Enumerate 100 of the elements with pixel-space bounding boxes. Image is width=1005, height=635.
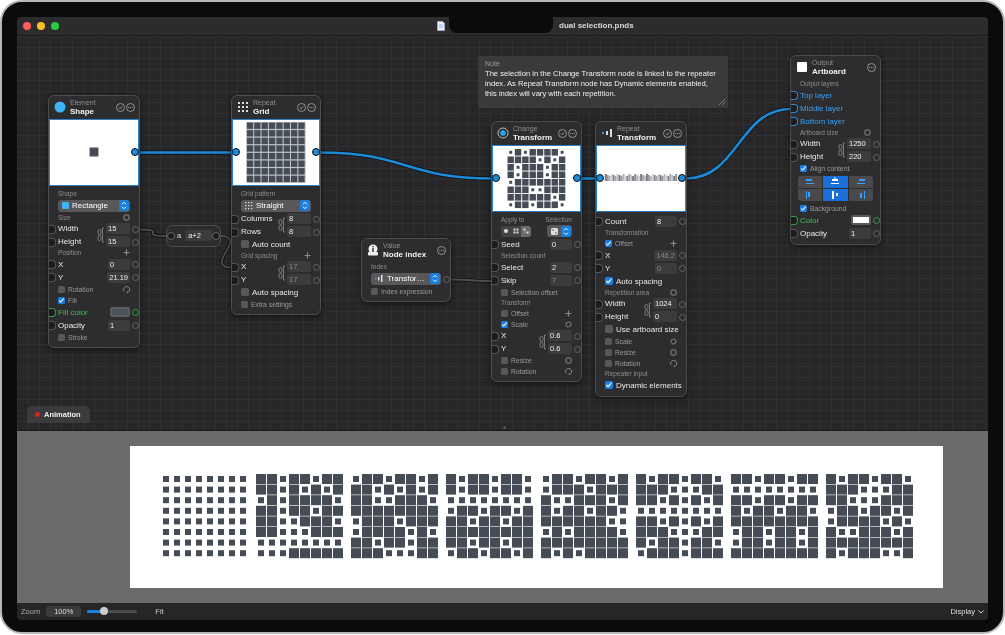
input-port[interactable] — [232, 148, 240, 157]
checkbox[interactable] — [605, 348, 612, 356]
stepper-icon[interactable] — [119, 200, 129, 212]
selection-dropdown[interactable] — [547, 225, 572, 238]
checkbox[interactable] — [605, 381, 613, 390]
more-button-icon[interactable] — [307, 102, 316, 112]
dropdown[interactable]: Straight — [241, 199, 311, 212]
port-label: Middle layer — [800, 103, 844, 113]
input-port[interactable] — [167, 231, 175, 240]
circle-icon — [54, 101, 66, 114]
checkbox[interactable] — [58, 285, 65, 293]
link-icon[interactable] — [838, 140, 846, 161]
stepper-icon[interactable] — [430, 273, 440, 285]
output-port[interactable] — [573, 174, 581, 183]
dots-icon — [522, 227, 530, 236]
checkbox[interactable] — [241, 300, 248, 308]
minimize-button[interactable] — [37, 22, 45, 30]
checkbox[interactable] — [241, 288, 249, 297]
node-title: Node index — [383, 249, 427, 259]
segment-button[interactable] — [521, 225, 531, 237]
output-port[interactable] — [678, 174, 686, 183]
checkbox[interactable] — [605, 239, 612, 247]
output-port[interactable] — [312, 148, 320, 157]
segment-button[interactable] — [501, 225, 511, 237]
link-icon[interactable] — [278, 215, 286, 236]
align-center-icon — [830, 177, 841, 187]
dropdown-value: Straight — [256, 201, 285, 211]
gear-icon — [670, 337, 677, 345]
checkmark-button-icon[interactable] — [297, 102, 306, 112]
output-port[interactable] — [131, 148, 139, 157]
input-port[interactable] — [492, 240, 499, 250]
checkbox-label: Use artboard size — [616, 324, 679, 334]
checkmark-button-icon[interactable] — [558, 128, 567, 138]
resize-grip-icon[interactable] — [718, 97, 725, 105]
more-button-icon[interactable] — [126, 102, 135, 112]
record-dot-icon — [35, 412, 40, 418]
resize-handle-icon[interactable] — [502, 426, 506, 430]
more-button-icon[interactable] — [867, 62, 876, 72]
checkbox[interactable] — [501, 356, 508, 364]
zoom-button[interactable] — [51, 22, 59, 30]
color-swatch[interactable] — [851, 215, 871, 226]
dropdown[interactable]: Transfor… — [371, 272, 441, 285]
checkbox[interactable] — [58, 296, 65, 304]
input-port[interactable] — [596, 217, 603, 227]
checkbox[interactable] — [800, 204, 807, 212]
rotate-icon — [123, 285, 130, 293]
checkbox[interactable] — [800, 164, 807, 172]
field-label: Width — [800, 139, 821, 149]
window-title: dual selection.pnds — [559, 21, 634, 31]
checkbox[interactable] — [501, 288, 508, 296]
stepper-icon[interactable] — [300, 200, 310, 212]
input-port[interactable] — [492, 174, 500, 183]
segment-button[interactable] — [511, 225, 521, 237]
more-button-icon[interactable] — [673, 128, 682, 138]
dot-icon — [502, 227, 510, 236]
field-label: Opacity — [800, 228, 828, 238]
dropdown[interactable]: Rectangle — [58, 199, 130, 212]
link-icon[interactable] — [278, 263, 286, 284]
checkbox[interactable] — [605, 359, 612, 367]
more-button-icon[interactable] — [437, 245, 446, 255]
link-icon[interactable] — [644, 300, 652, 321]
slider-thumb[interactable] — [99, 607, 108, 615]
checkbox[interactable] — [605, 277, 613, 286]
checkbox[interactable] — [58, 333, 65, 341]
checkmark-button-icon[interactable] — [116, 102, 125, 112]
dropdown-value: Rectangle — [72, 201, 110, 211]
gear-icon — [565, 320, 572, 328]
close-button[interactable] — [23, 22, 31, 30]
zoom-slider[interactable] — [87, 610, 138, 613]
checkbox[interactable] — [241, 240, 249, 249]
checkbox[interactable] — [501, 320, 508, 328]
node-title: Shape — [70, 106, 94, 116]
align-button[interactable] — [823, 175, 848, 188]
align-right-icon — [855, 177, 866, 187]
checkbox[interactable] — [501, 309, 508, 317]
plus-icon — [123, 249, 130, 257]
link-icon[interactable] — [539, 332, 547, 353]
field-label: Height — [605, 312, 629, 322]
input-port[interactable] — [596, 174, 604, 183]
color-swatch[interactable] — [110, 307, 130, 318]
port-label: Top layer — [800, 90, 833, 100]
dropdown-value: Transfor… — [387, 274, 426, 284]
field-label: Select — [501, 262, 524, 272]
connection-wire — [449, 277, 493, 283]
stepper-icon[interactable] — [561, 225, 571, 237]
field-label: Height — [58, 237, 82, 247]
more-button-icon[interactable] — [568, 128, 577, 138]
plus-icon — [304, 252, 311, 260]
checkbox[interactable] — [501, 367, 508, 375]
checkbox[interactable] — [371, 287, 378, 295]
node-canvas[interactable] — [17, 35, 988, 431]
align-button[interactable] — [823, 188, 848, 201]
chevron-down-icon — [978, 609, 984, 614]
link-icon[interactable] — [97, 225, 105, 246]
checkbox[interactable] — [605, 337, 612, 345]
checkbox-label: Auto count — [252, 239, 291, 249]
checkbox[interactable] — [605, 325, 613, 334]
selection-grid-drawing — [507, 148, 566, 209]
plus-icon — [565, 309, 572, 317]
checkmark-button-icon[interactable] — [663, 128, 672, 138]
